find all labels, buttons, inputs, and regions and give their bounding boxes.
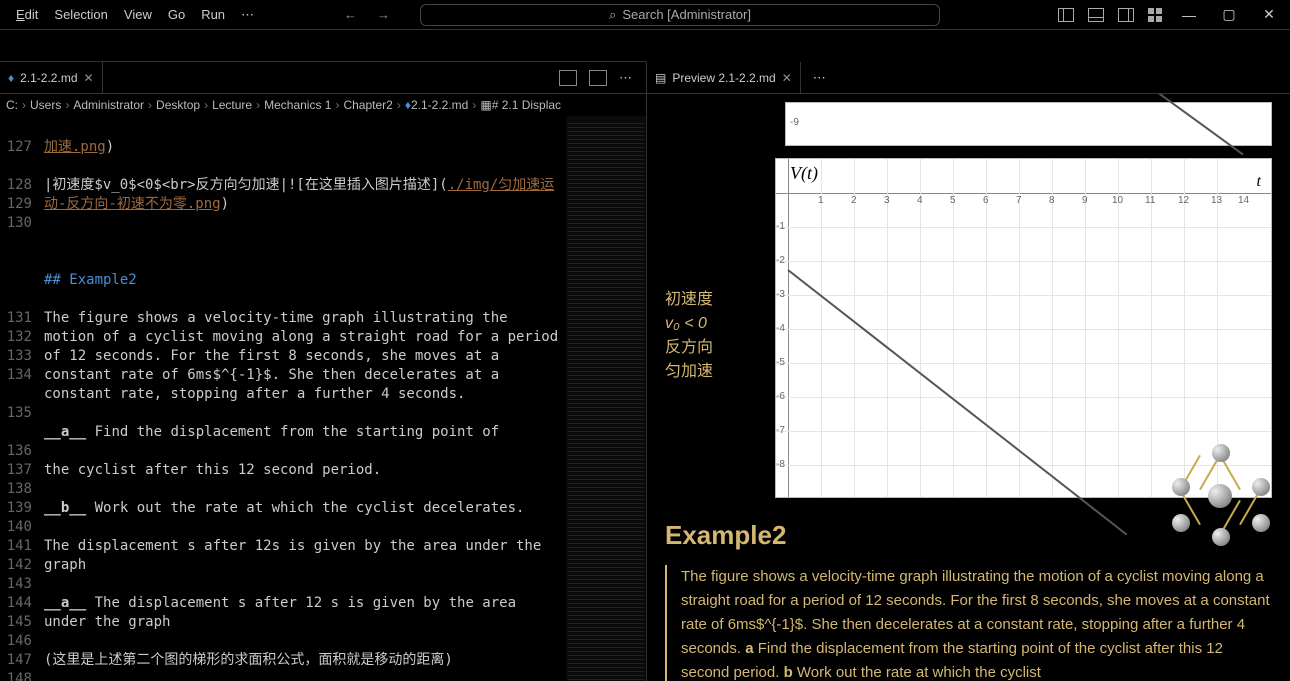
menu-run[interactable]: Run [193, 3, 233, 26]
preview-content[interactable]: -9 初速度 v₀ < 0 反方向 匀加速 V(t) t [647, 94, 1290, 681]
search-icon: ⌕ [609, 7, 616, 23]
minimap[interactable] [566, 116, 646, 681]
code-content[interactable]: 加速.png) |初速度$v_0$<0$<br>反方向匀加速|![在这里插入图片… [44, 116, 566, 681]
tab-editor-file[interactable]: ♦ 2.1-2.2.md ✕ [0, 62, 103, 93]
tab-preview-label: Preview 2.1-2.2.md [672, 71, 775, 85]
editor-pane: ♦ 2.1-2.2.md ✕ ⋯ C:› Users› Administrato… [0, 62, 647, 681]
open-preview-icon[interactable] [589, 70, 607, 86]
menu-go[interactable]: Go [160, 3, 193, 26]
customize-layout-icon[interactable] [1148, 8, 1162, 22]
preview-more-icon[interactable]: ⋯ [813, 70, 828, 86]
toggle-primary-sidebar-icon[interactable] [1058, 8, 1074, 22]
nav-back-icon[interactable]: ← [344, 7, 357, 22]
close-preview-tab-icon[interactable]: ✕ [782, 71, 792, 85]
menu-edit[interactable]: Edit [8, 3, 46, 26]
tab-preview[interactable]: ▤ Preview 2.1-2.2.md ✕ [647, 62, 801, 93]
editor-more-icon[interactable]: ⋯ [619, 70, 634, 86]
menu-view[interactable]: View [116, 3, 160, 26]
split-editor-icon[interactable] [559, 70, 577, 86]
molecule-overlay-icon [1170, 444, 1270, 544]
search-input[interactable]: ⌕ Search [Administrator] [420, 4, 940, 26]
toggle-panel-icon[interactable] [1088, 8, 1104, 22]
minimize-button[interactable]: — [1176, 7, 1202, 23]
line-number-gutter: 127 128 129 130 131 132 133 134 135 136 … [0, 116, 44, 681]
maximize-button[interactable]: ▢ [1216, 6, 1242, 23]
markdown-file-icon: ♦ [8, 71, 14, 85]
preview-pane: ▤ Preview 2.1-2.2.md ✕ ⋯ -9 初速度 v₀ < 0 反… [647, 62, 1290, 681]
breadcrumb[interactable]: C:› Users› Administrator› Desktop› Lectu… [0, 94, 646, 116]
y-axis-label: V(t) [790, 163, 818, 184]
close-tab-icon[interactable]: ✕ [84, 71, 94, 85]
chart-annotation: 初速度 v₀ < 0 反方向 匀加速 [665, 158, 775, 498]
search-placeholder: Search [Administrator] [622, 7, 751, 22]
menu-more[interactable]: ⋯ [233, 3, 264, 27]
preview-icon: ▤ [655, 71, 666, 85]
menu-selection[interactable]: Selection [46, 3, 115, 26]
chart-fragment-top: -9 [785, 102, 1272, 146]
tab-label: 2.1-2.2.md [20, 71, 77, 85]
toggle-secondary-sidebar-icon[interactable] [1118, 8, 1134, 22]
close-window-button[interactable]: ✕ [1256, 6, 1282, 23]
x-axis-label: t [1257, 173, 1261, 191]
editor-area[interactable]: 127 128 129 130 131 132 133 134 135 136 … [0, 116, 646, 681]
menubar: Edit Selection View Go Run ⋯ ← → ⌕ Searc… [0, 0, 1290, 30]
nav-forward-icon[interactable]: → [377, 7, 390, 22]
preview-body-text: The figure shows a velocity-time graph i… [665, 565, 1272, 681]
